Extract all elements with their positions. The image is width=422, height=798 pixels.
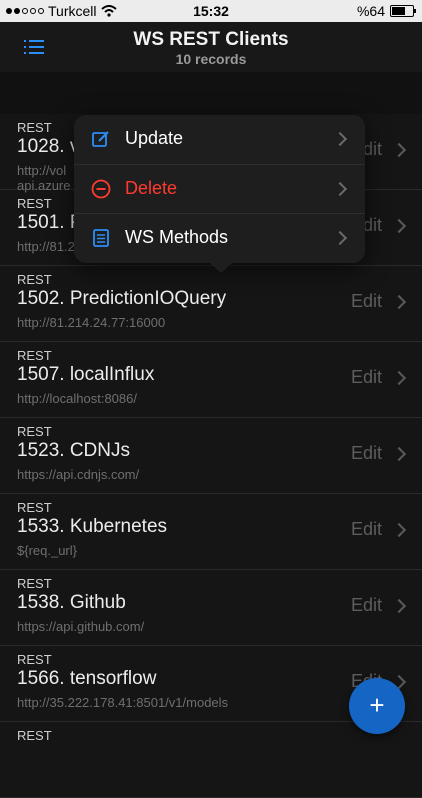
- menu-item-ws-methods[interactable]: WS Methods: [74, 213, 365, 263]
- edit-icon: [92, 131, 109, 147]
- item-url: ${req._url}: [17, 543, 77, 558]
- menu-item-update[interactable]: Update: [74, 115, 365, 164]
- chevron-right-icon: [391, 370, 407, 386]
- item-url: http://35.222.178.41:8501/v1/models: [17, 695, 229, 710]
- chevron-right-icon: [391, 294, 407, 310]
- add-client-button[interactable]: +: [349, 678, 405, 734]
- context-menu: Update Delete WS Methods: [74, 115, 365, 273]
- minus-circle-icon: [91, 179, 111, 199]
- menu-item-delete[interactable]: Delete: [74, 164, 365, 214]
- item-name: 1507. localInflux: [17, 364, 155, 385]
- popover-arrow: [209, 262, 233, 273]
- list-item[interactable]: REST 1502. PredictionIOQuery http://81.2…: [0, 266, 422, 342]
- item-name: 1538. Github: [17, 592, 126, 613]
- edit-button[interactable]: Edit: [351, 595, 382, 616]
- chevron-right-icon: [332, 181, 348, 197]
- item-type: REST: [17, 272, 52, 287]
- item-url: https://api.github.com/: [17, 619, 145, 634]
- item-name: 1533. Kubernetes: [17, 516, 168, 537]
- menu-item-label: Delete: [125, 178, 178, 198]
- item-type: REST: [17, 500, 52, 515]
- battery-percent: %64: [356, 3, 385, 19]
- menu-item-label: WS Methods: [125, 227, 229, 247]
- battery-group: %64: [356, 3, 416, 19]
- item-url: http://81.214.24.77:16000: [17, 315, 166, 330]
- list-item[interactable]: REST 1533. Kubernetes ${req._url} Edit: [0, 494, 422, 570]
- list-item[interactable]: REST 1538. Github https://api.github.com…: [0, 570, 422, 646]
- item-type: REST: [17, 652, 52, 667]
- item-type: REST: [17, 120, 52, 135]
- status-bar: Turkcell 15:32 %64: [0, 0, 422, 22]
- item-type: REST: [17, 196, 52, 211]
- navigation-bar: WS REST Clients 10 records: [0, 22, 422, 72]
- chevron-right-icon: [391, 522, 407, 538]
- list-item[interactable]: REST 1507. localInflux http://localhost:…: [0, 342, 422, 418]
- item-type: REST: [17, 728, 52, 743]
- item-url: http://vol: [17, 163, 67, 178]
- search-area: [0, 72, 422, 114]
- chevron-right-icon: [391, 142, 407, 158]
- edit-button[interactable]: Edit: [351, 291, 382, 312]
- document-list-icon: [93, 229, 109, 247]
- item-url: https://api.cdnjs.com/: [17, 467, 140, 482]
- item-name: 1028. v: [17, 136, 80, 157]
- edit-button[interactable]: Edit: [351, 367, 382, 388]
- chevron-right-icon: [391, 446, 407, 462]
- item-name: 1566. tensorflow: [17, 668, 157, 689]
- edit-button[interactable]: Edit: [351, 443, 382, 464]
- plus-icon: +: [369, 690, 385, 720]
- page-title: WS REST Clients: [133, 29, 289, 50]
- item-type: REST: [17, 424, 52, 439]
- chevron-right-icon: [391, 598, 407, 614]
- chevron-right-icon: [332, 230, 348, 246]
- item-type: REST: [17, 348, 52, 363]
- list-item[interactable]: REST: [0, 722, 422, 798]
- record-count: 10 records: [175, 51, 247, 67]
- list-item[interactable]: REST 1523. CDNJs https://api.cdnjs.com/ …: [0, 418, 422, 494]
- battery-icon: [390, 5, 416, 17]
- item-url: http://localhost:8086/: [17, 391, 137, 406]
- item-name: 1501. P: [17, 212, 83, 233]
- item-name: 1502. PredictionIOQuery: [17, 288, 227, 309]
- edit-button[interactable]: Edit: [351, 519, 382, 540]
- menu-item-label: Update: [125, 128, 184, 148]
- chevron-right-icon: [391, 218, 407, 234]
- item-name: 1523. CDNJs: [17, 440, 130, 461]
- item-type: REST: [17, 576, 52, 591]
- chevron-right-icon: [332, 131, 348, 147]
